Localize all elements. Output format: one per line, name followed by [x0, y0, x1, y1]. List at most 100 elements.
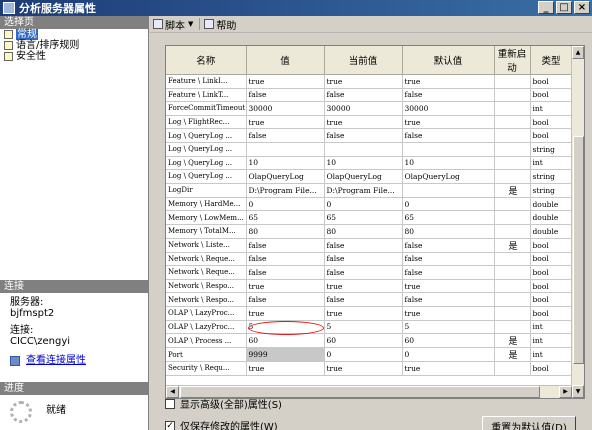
table-row[interactable]: Memory \ TotalM... 80 80 80 double	[166, 224, 573, 239]
vertical-scroll-thumb[interactable]	[573, 136, 584, 364]
nav-item-general[interactable]: 常规	[0, 29, 148, 40]
table-row[interactable]: Memory \ HardMe... 0 0 0 double	[166, 197, 573, 212]
table-row[interactable]: Network \ Reque... false false false bool	[166, 252, 573, 267]
type-cell: int	[530, 101, 573, 116]
current-value-cell: false	[324, 88, 403, 103]
value-cell[interactable]: 65	[246, 210, 325, 225]
table-row[interactable]: OLAP \ LazyProc... true true true bool	[166, 306, 573, 321]
type-cell: bool	[530, 265, 573, 280]
value-cell[interactable]: 60	[246, 333, 325, 349]
current-value-cell: true	[324, 115, 403, 130]
table-row[interactable]: Feature \ LinkI... true true true bool	[166, 74, 573, 89]
value-cell[interactable]: OlapQueryLog	[246, 169, 325, 184]
value-cell[interactable]: 80	[246, 224, 325, 239]
table-row[interactable]: Log \ QueryLog ... OlapQueryLog OlapQueryL…	[166, 169, 573, 184]
table-row[interactable]: Network \ Reque... false false false bool	[166, 265, 573, 280]
vertical-scrollbar[interactable]: ▲ ▼	[571, 46, 584, 398]
maximize-button[interactable]: □	[556, 1, 572, 14]
column-header[interactable]: 当前值	[324, 46, 403, 75]
scroll-down-arrow-icon[interactable]: ▼	[572, 385, 584, 398]
type-cell: bool	[530, 361, 573, 376]
show-modified-option[interactable]: ✓ 仅保存修改的属性(W)	[165, 418, 278, 430]
nav-item-security[interactable]: 安全性	[0, 51, 148, 62]
value-cell[interactable]: false	[246, 265, 325, 280]
show-modified-label: 仅保存修改的属性(W)	[180, 422, 278, 430]
table-row[interactable]: Log \ QueryLog ... false false false bool	[166, 128, 573, 143]
type-cell: int	[530, 347, 573, 363]
property-name-cell: Network \ Liste...	[166, 238, 247, 253]
help-button[interactable]: 帮助	[204, 17, 236, 32]
type-cell: bool	[530, 238, 573, 253]
value-cell[interactable]: 9999	[246, 347, 325, 363]
minimize-button[interactable]: _	[538, 1, 554, 14]
table-row[interactable]: Port 9999 0 0 是 int	[166, 347, 573, 363]
value-cell[interactable]: false	[246, 292, 325, 307]
progress-header: 进度	[0, 382, 148, 395]
window-controls: _ □ ×	[538, 1, 590, 14]
restart-cell	[494, 279, 531, 294]
table-row[interactable]: Feature \ LinkT... false false false bool	[166, 88, 573, 103]
table-row[interactable]: Network \ Respo... false false false bool	[166, 292, 573, 307]
property-name-cell: Log \ QueryLog ...	[166, 156, 247, 171]
toolbar-separator	[199, 18, 201, 30]
default-value-cell: false	[402, 292, 495, 307]
column-header[interactable]: 默认值	[402, 46, 495, 75]
table-row[interactable]: OLAP \ Process ... 60 60 60 是 int	[166, 333, 573, 349]
value-cell[interactable]: false	[246, 128, 325, 143]
table-row[interactable]: Network \ Respo... true true true bool	[166, 279, 573, 294]
property-name-cell: Log \ QueryLog ...	[166, 128, 247, 143]
value-cell[interactable]: true	[246, 279, 325, 294]
value-cell[interactable]: false	[246, 88, 325, 103]
column-header[interactable]: 值	[246, 46, 325, 75]
table-row[interactable]: Memory \ LowMem... 65 65 65 double	[166, 210, 573, 225]
value-cell[interactable]: D:\Program File...	[246, 183, 325, 198]
type-cell: bool	[530, 88, 573, 103]
show-advanced-checkbox[interactable]	[165, 398, 175, 409]
table-row[interactable]: Log \ QueryLog ... string	[166, 142, 573, 157]
table-row[interactable]: Network \ Liste... false false false 是 bool	[166, 238, 573, 253]
table-row[interactable]: ForceCommitTimeout 30000 30000 30000 int	[166, 101, 573, 116]
script-label: 脚本	[165, 20, 185, 32]
value-cell[interactable]	[246, 142, 325, 157]
table-row[interactable]: OLAP \ LazyProc... 5 5 5 int	[166, 320, 573, 335]
column-header[interactable]: 名称	[166, 46, 247, 75]
value-cell[interactable]: true	[246, 74, 325, 89]
type-cell: bool	[530, 306, 573, 321]
value-cell[interactable]: 5	[246, 320, 325, 335]
connection-value: CICC\zengyi	[10, 336, 71, 347]
restart-cell	[494, 169, 531, 184]
restart-cell: 是	[494, 238, 531, 253]
value-cell[interactable]: 10	[246, 156, 325, 171]
default-value-cell: 0	[402, 347, 495, 363]
current-value-cell	[324, 142, 403, 157]
script-button[interactable]: 脚本 ▼	[153, 17, 193, 32]
default-value-cell: 10	[402, 156, 495, 171]
column-header[interactable]: 重新启动	[494, 46, 531, 75]
left-pane: 选择页 常规 语言/排序规则 安全性 连接 服务器: bjfmspt2 连接: …	[0, 16, 149, 430]
nav-item-label: 安全性	[16, 51, 46, 62]
view-connection-properties-link[interactable]: 查看连接属性	[26, 355, 86, 366]
value-cell[interactable]: 30000	[246, 101, 325, 116]
table-row[interactable]: Log \ QueryLog ... 10 10 10 int	[166, 156, 573, 171]
current-value-cell: OlapQueryLog	[324, 169, 403, 184]
show-advanced-option[interactable]: 显示高级(全部)属性(S)	[165, 396, 282, 411]
value-cell[interactable]: false	[246, 238, 325, 253]
scroll-up-arrow-icon[interactable]: ▲	[572, 46, 584, 59]
value-cell[interactable]: false	[246, 252, 325, 267]
connection-header: 连接	[0, 280, 148, 293]
value-cell[interactable]: 0	[246, 197, 325, 212]
reset-to-default-button[interactable]: 重置为默认值(D)	[482, 416, 576, 430]
column-header[interactable]: 类型	[530, 46, 573, 75]
table-row[interactable]: Log \ FlightRec... true true true bool	[166, 115, 573, 130]
server-label: 服务器:	[10, 297, 44, 308]
table-row[interactable]: Security \ Requ... true true true bool	[166, 361, 573, 376]
value-cell[interactable]: true	[246, 115, 325, 130]
show-modified-checkbox[interactable]: ✓	[165, 420, 175, 430]
value-cell[interactable]: true	[246, 306, 325, 321]
scroll-right-arrow-icon[interactable]: ▶	[559, 386, 572, 398]
nav-item-language-collation[interactable]: 语言/排序规则	[0, 40, 148, 51]
restart-cell	[494, 128, 531, 143]
table-row[interactable]: LogDir D:\Program File... D:\Program File.…	[166, 183, 573, 198]
value-cell[interactable]: true	[246, 361, 325, 376]
close-button[interactable]: ×	[574, 1, 590, 14]
